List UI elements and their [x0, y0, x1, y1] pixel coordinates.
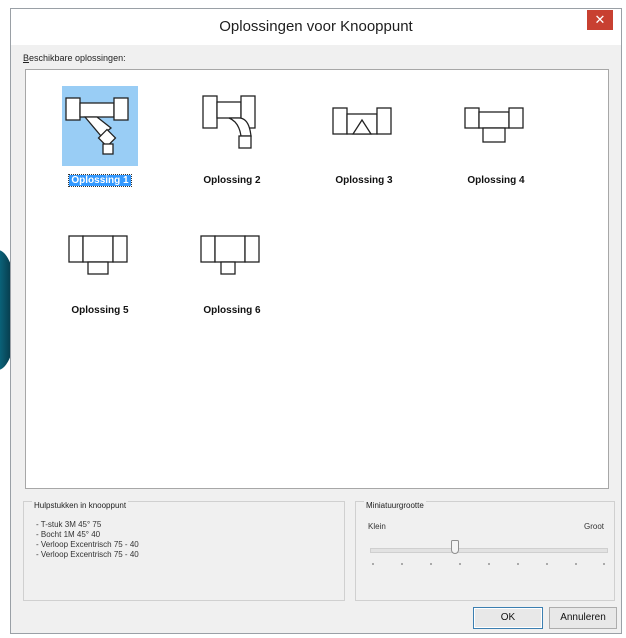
slider-tick	[401, 563, 403, 565]
solution-item-3[interactable]: Oplossing 3	[314, 78, 414, 188]
tee-with-short-reducer-icon	[68, 235, 128, 275]
tee-with-bend-icon	[202, 95, 256, 149]
slider-tick	[459, 563, 461, 565]
solution-item-1[interactable]: Oplossing 1	[50, 78, 150, 188]
parts-list-item: - Verloop Excentrisch 75 - 40	[36, 550, 139, 559]
slider-tick	[430, 563, 432, 565]
slider-tick	[546, 563, 548, 565]
solution-item-label: Oplossing 6	[203, 305, 261, 316]
parts-list: - T-stuk 3M 45° 75 - Bocht 1M 45° 40 - V…	[36, 520, 139, 560]
parts-group-title: Hulpstukken in knooppunt	[32, 501, 129, 510]
solution-item-label: Oplossing 2	[203, 175, 261, 186]
cancel-button[interactable]: Annuleren	[549, 607, 617, 629]
solution-item-2[interactable]: Oplossing 2	[182, 78, 282, 188]
thumbnail-size-title: Miniatuurgrootte	[364, 501, 426, 510]
solution-item-label: Oplossing 5	[71, 305, 129, 316]
ok-button[interactable]: OK	[473, 607, 543, 629]
parts-list-item: - Bocht 1M 45° 40	[36, 530, 101, 539]
slider-tick	[603, 563, 605, 565]
title-bar[interactable]: Oplossingen voor Knooppunt ✕	[11, 9, 621, 45]
available-solutions-label: Beschikbare oplossingen:	[23, 53, 126, 63]
tee-with-cone-icon	[332, 107, 392, 135]
tee-45-with-bend-icon	[65, 97, 129, 155]
solution-item-6[interactable]: Oplossing 6	[182, 208, 282, 318]
close-button[interactable]: ✕	[587, 10, 613, 30]
solutions-list[interactable]: Oplossing 1 Oplossing 2 Oplossing 3 Oplo…	[25, 69, 609, 489]
slider-tick	[372, 563, 374, 565]
parts-group: Hulpstukken in knooppunt - T-stuk 3M 45°…	[23, 501, 345, 601]
thumbnail-size-slider-thumb[interactable]	[451, 540, 459, 554]
solution-item-5[interactable]: Oplossing 5	[50, 208, 150, 318]
slider-tick	[517, 563, 519, 565]
thumbnail-size-group: Miniatuurgrootte Klein Groot	[355, 501, 615, 601]
slider-max-label: Groot	[583, 522, 604, 531]
solution-item-4[interactable]: Oplossing 4	[446, 78, 546, 188]
slider-tick	[488, 563, 490, 565]
dialog-window: Oplossingen voor Knooppunt ✕ Beschikbare…	[10, 8, 622, 634]
parts-list-item: - T-stuk 3M 45° 75	[36, 520, 102, 529]
solution-item-label: Oplossing 4	[467, 175, 525, 186]
dialog-title: Oplossingen voor Knooppunt	[219, 18, 413, 35]
tee-with-reducer-icon	[464, 107, 524, 143]
slider-min-label: Klein	[368, 522, 386, 531]
solution-item-label: Oplossing 1	[68, 174, 132, 187]
close-icon: ✕	[594, 12, 606, 27]
thumbnail-size-slider-track[interactable]	[370, 548, 608, 553]
slider-tick	[575, 563, 577, 565]
parts-list-item: - Verloop Excentrisch 75 - 40	[36, 540, 139, 549]
available-solutions-label-text: eschikbare oplossingen:	[29, 53, 126, 63]
tee-with-side-reducer-icon	[200, 235, 260, 275]
solution-item-label: Oplossing 3	[335, 175, 393, 186]
